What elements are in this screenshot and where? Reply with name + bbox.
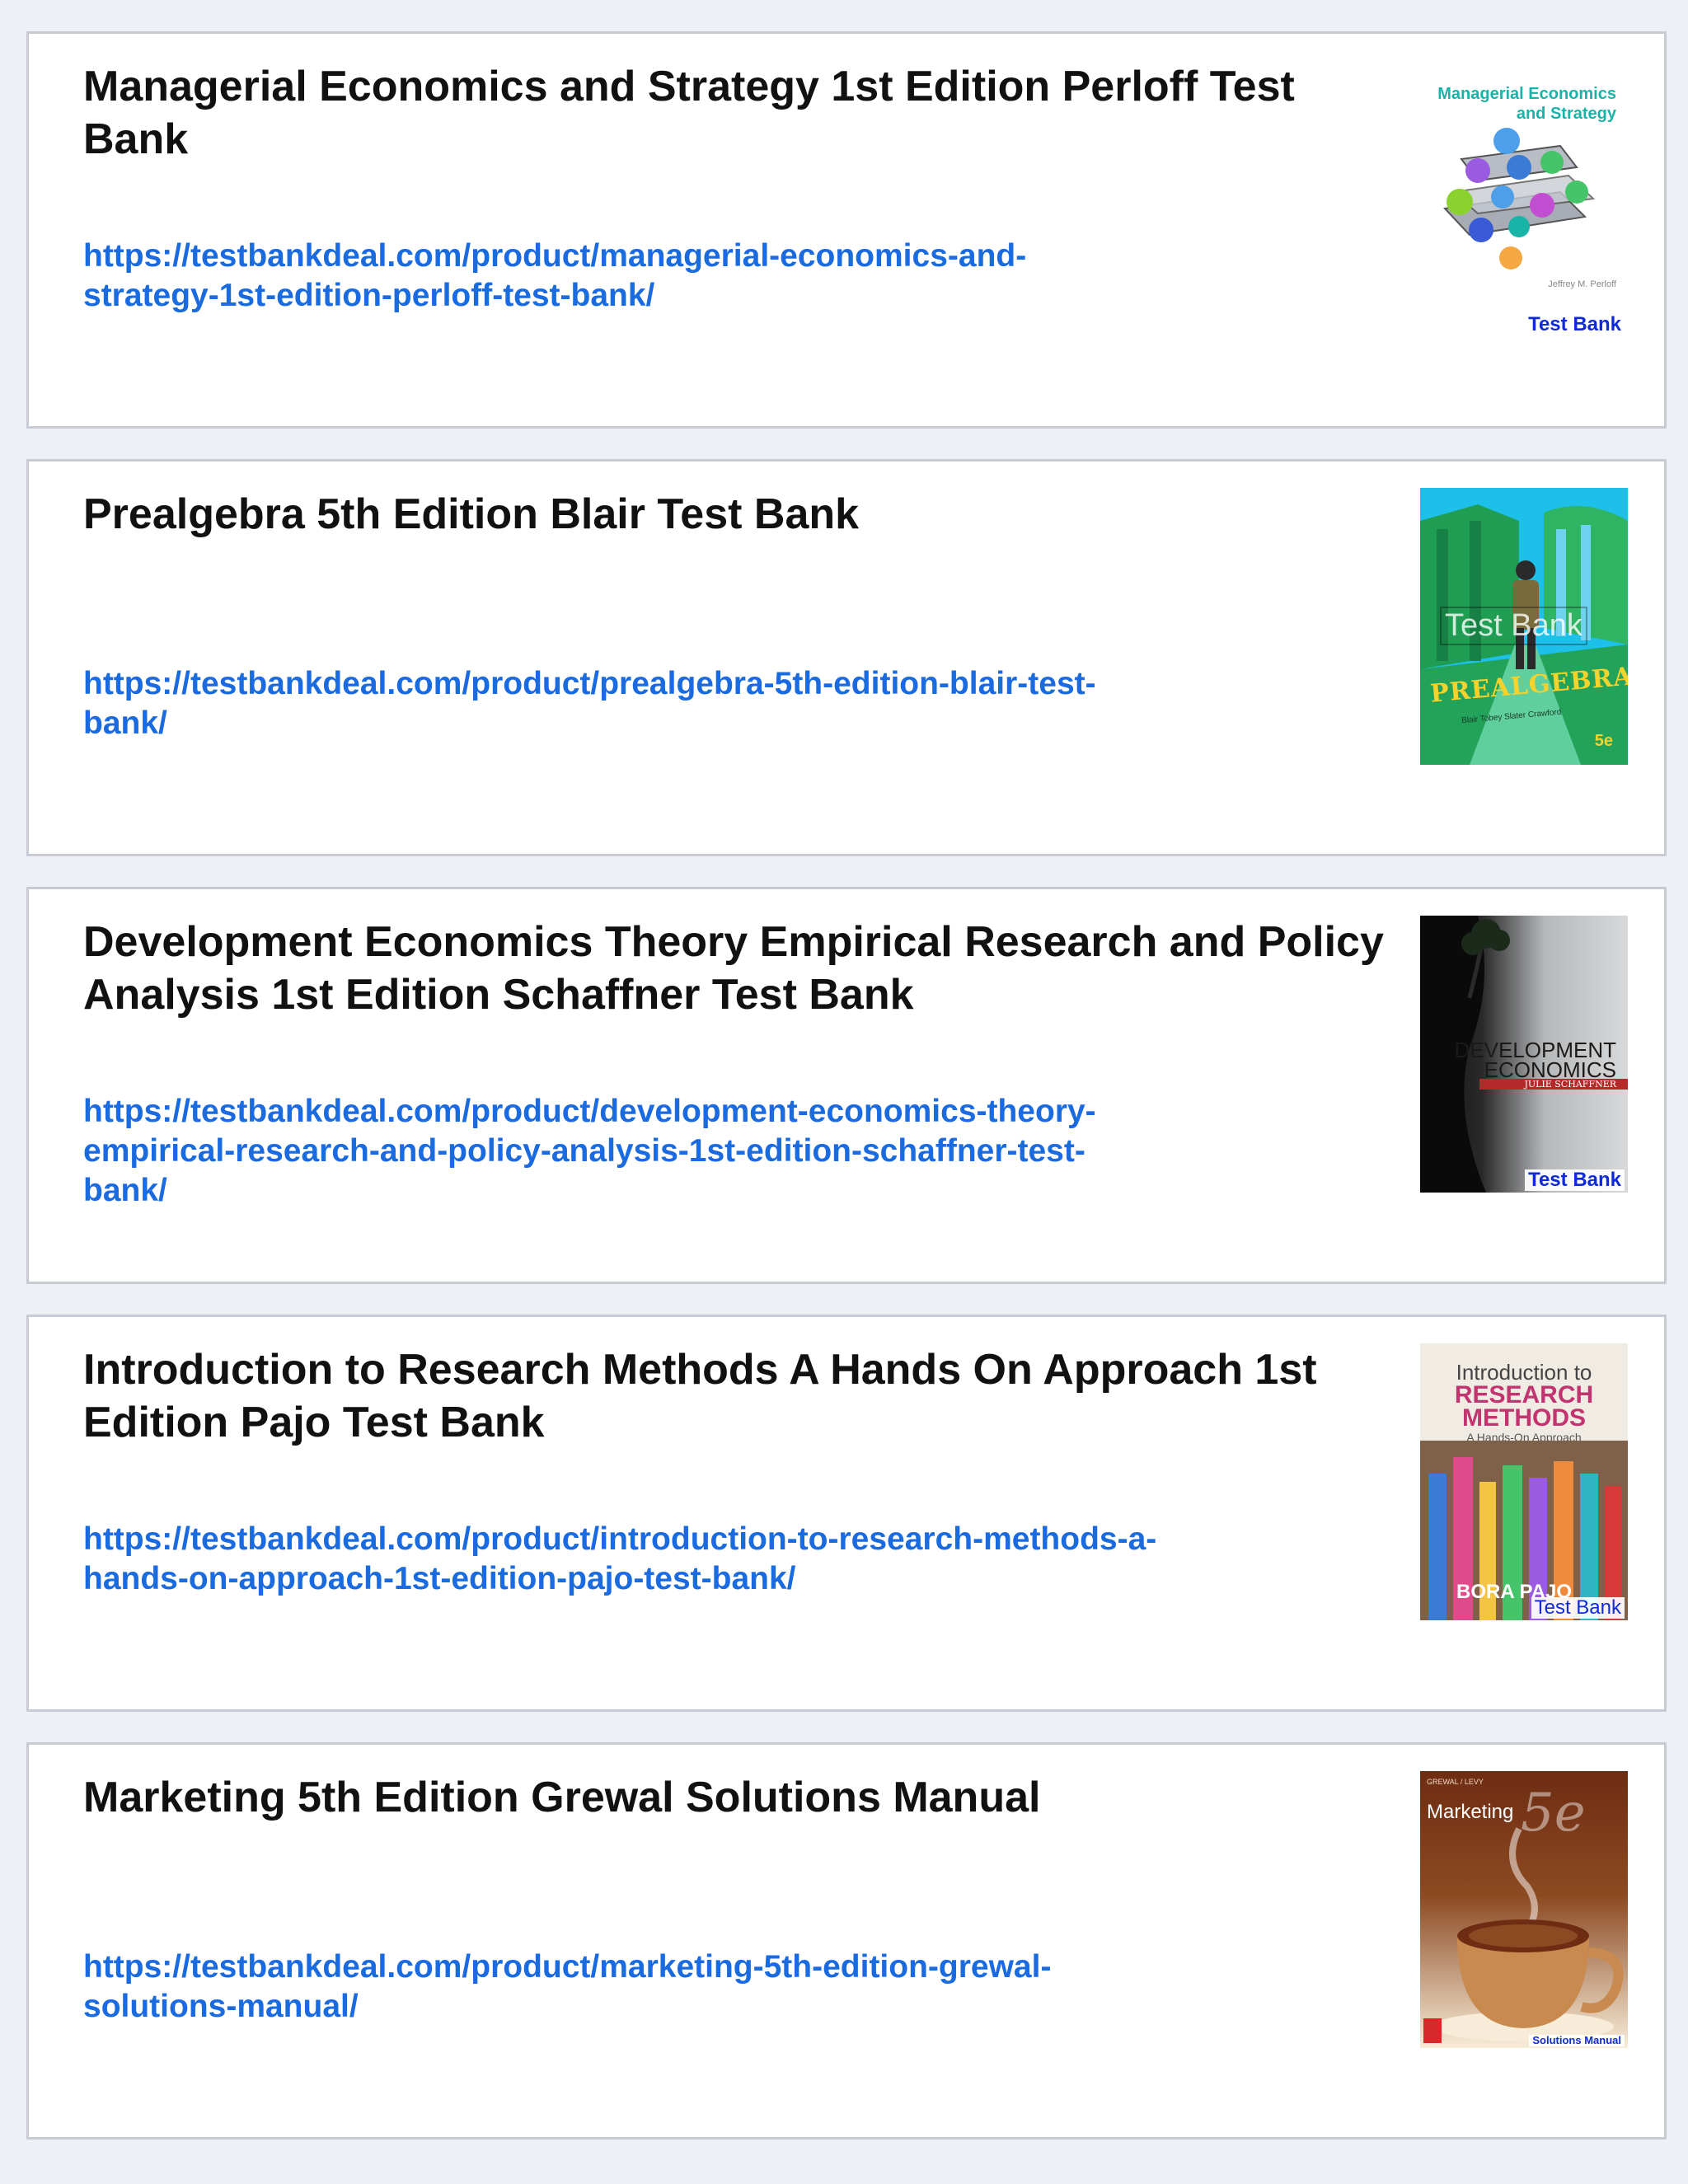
book-cover-prealgebra[interactable]: Test Bank PREALGEBRA Blair Tobey Slater … [1420, 488, 1628, 765]
book-cover-development-economics[interactable]: DEVELOPMENT ECONOMICS JULIE SCHAFFNER Te… [1420, 916, 1628, 1193]
product-link[interactable]: https://testbankdeal.com/product/marketi… [83, 1947, 1237, 2027]
cover-author: JULIE SCHAFFNER [1479, 1079, 1628, 1090]
product-link[interactable]: https://testbankdeal.com/product/prealge… [83, 664, 1237, 743]
product-title: Managerial Economics and Strategy 1st Ed… [83, 63, 1295, 163]
test-bank-badge: Test Bank [1531, 1596, 1625, 1619]
product-card: Prealgebra 5th Edition Blair Test Bank h… [26, 459, 1667, 856]
cover-title-line2: METHODS [1462, 1404, 1586, 1432]
coffee-cup-illustration [1423, 1827, 1624, 2043]
test-bank-badge: Test Bank [1525, 313, 1625, 335]
book-cover-research-methods[interactable]: Introduction to RESEARCH METHODS A Hands… [1420, 1343, 1628, 1620]
product-link[interactable]: https://testbankdeal.com/product/manager… [83, 237, 1237, 316]
product-title: Marketing 5th Edition Grewal Solutions M… [83, 1774, 1041, 1821]
product-link[interactable]: https://testbankdeal.com/product/develop… [83, 1092, 1237, 1211]
solutions-manual-badge: Solutions Manual [1529, 2034, 1625, 2046]
book-cover-managerial-economics[interactable]: Managerial Economics and Strategy Jeffre… [1420, 60, 1628, 337]
product-title: Development Economics Theory Empirical R… [83, 918, 1384, 1019]
product-title: Prealgebra 5th Edition Blair Test Bank [83, 490, 860, 538]
test-bank-watermark: Test Bank [1440, 607, 1587, 645]
cover-edition: 5e [1594, 732, 1613, 750]
book-cover-marketing[interactable]: GREWAL / LEVY Marketing 5e Solutions Man… [1420, 1771, 1628, 2048]
cover-author: Jeffrey M. Perloff [1548, 279, 1616, 289]
product-card: Managerial Economics and Strategy 1st Ed… [26, 31, 1667, 429]
product-card: Development Economics Theory Empirical R… [26, 887, 1667, 1284]
product-link[interactable]: https://testbankdeal.com/product/introdu… [83, 1520, 1237, 1599]
product-card: Marketing 5th Edition Grewal Solutions M… [26, 1742, 1667, 2139]
test-bank-badge: Test Bank [1525, 1169, 1625, 1191]
product-card: Introduction to Research Methods A Hands… [26, 1315, 1667, 1712]
glass-spheres-illustration [1442, 128, 1596, 269]
product-title: Introduction to Research Methods A Hands… [83, 1346, 1317, 1446]
